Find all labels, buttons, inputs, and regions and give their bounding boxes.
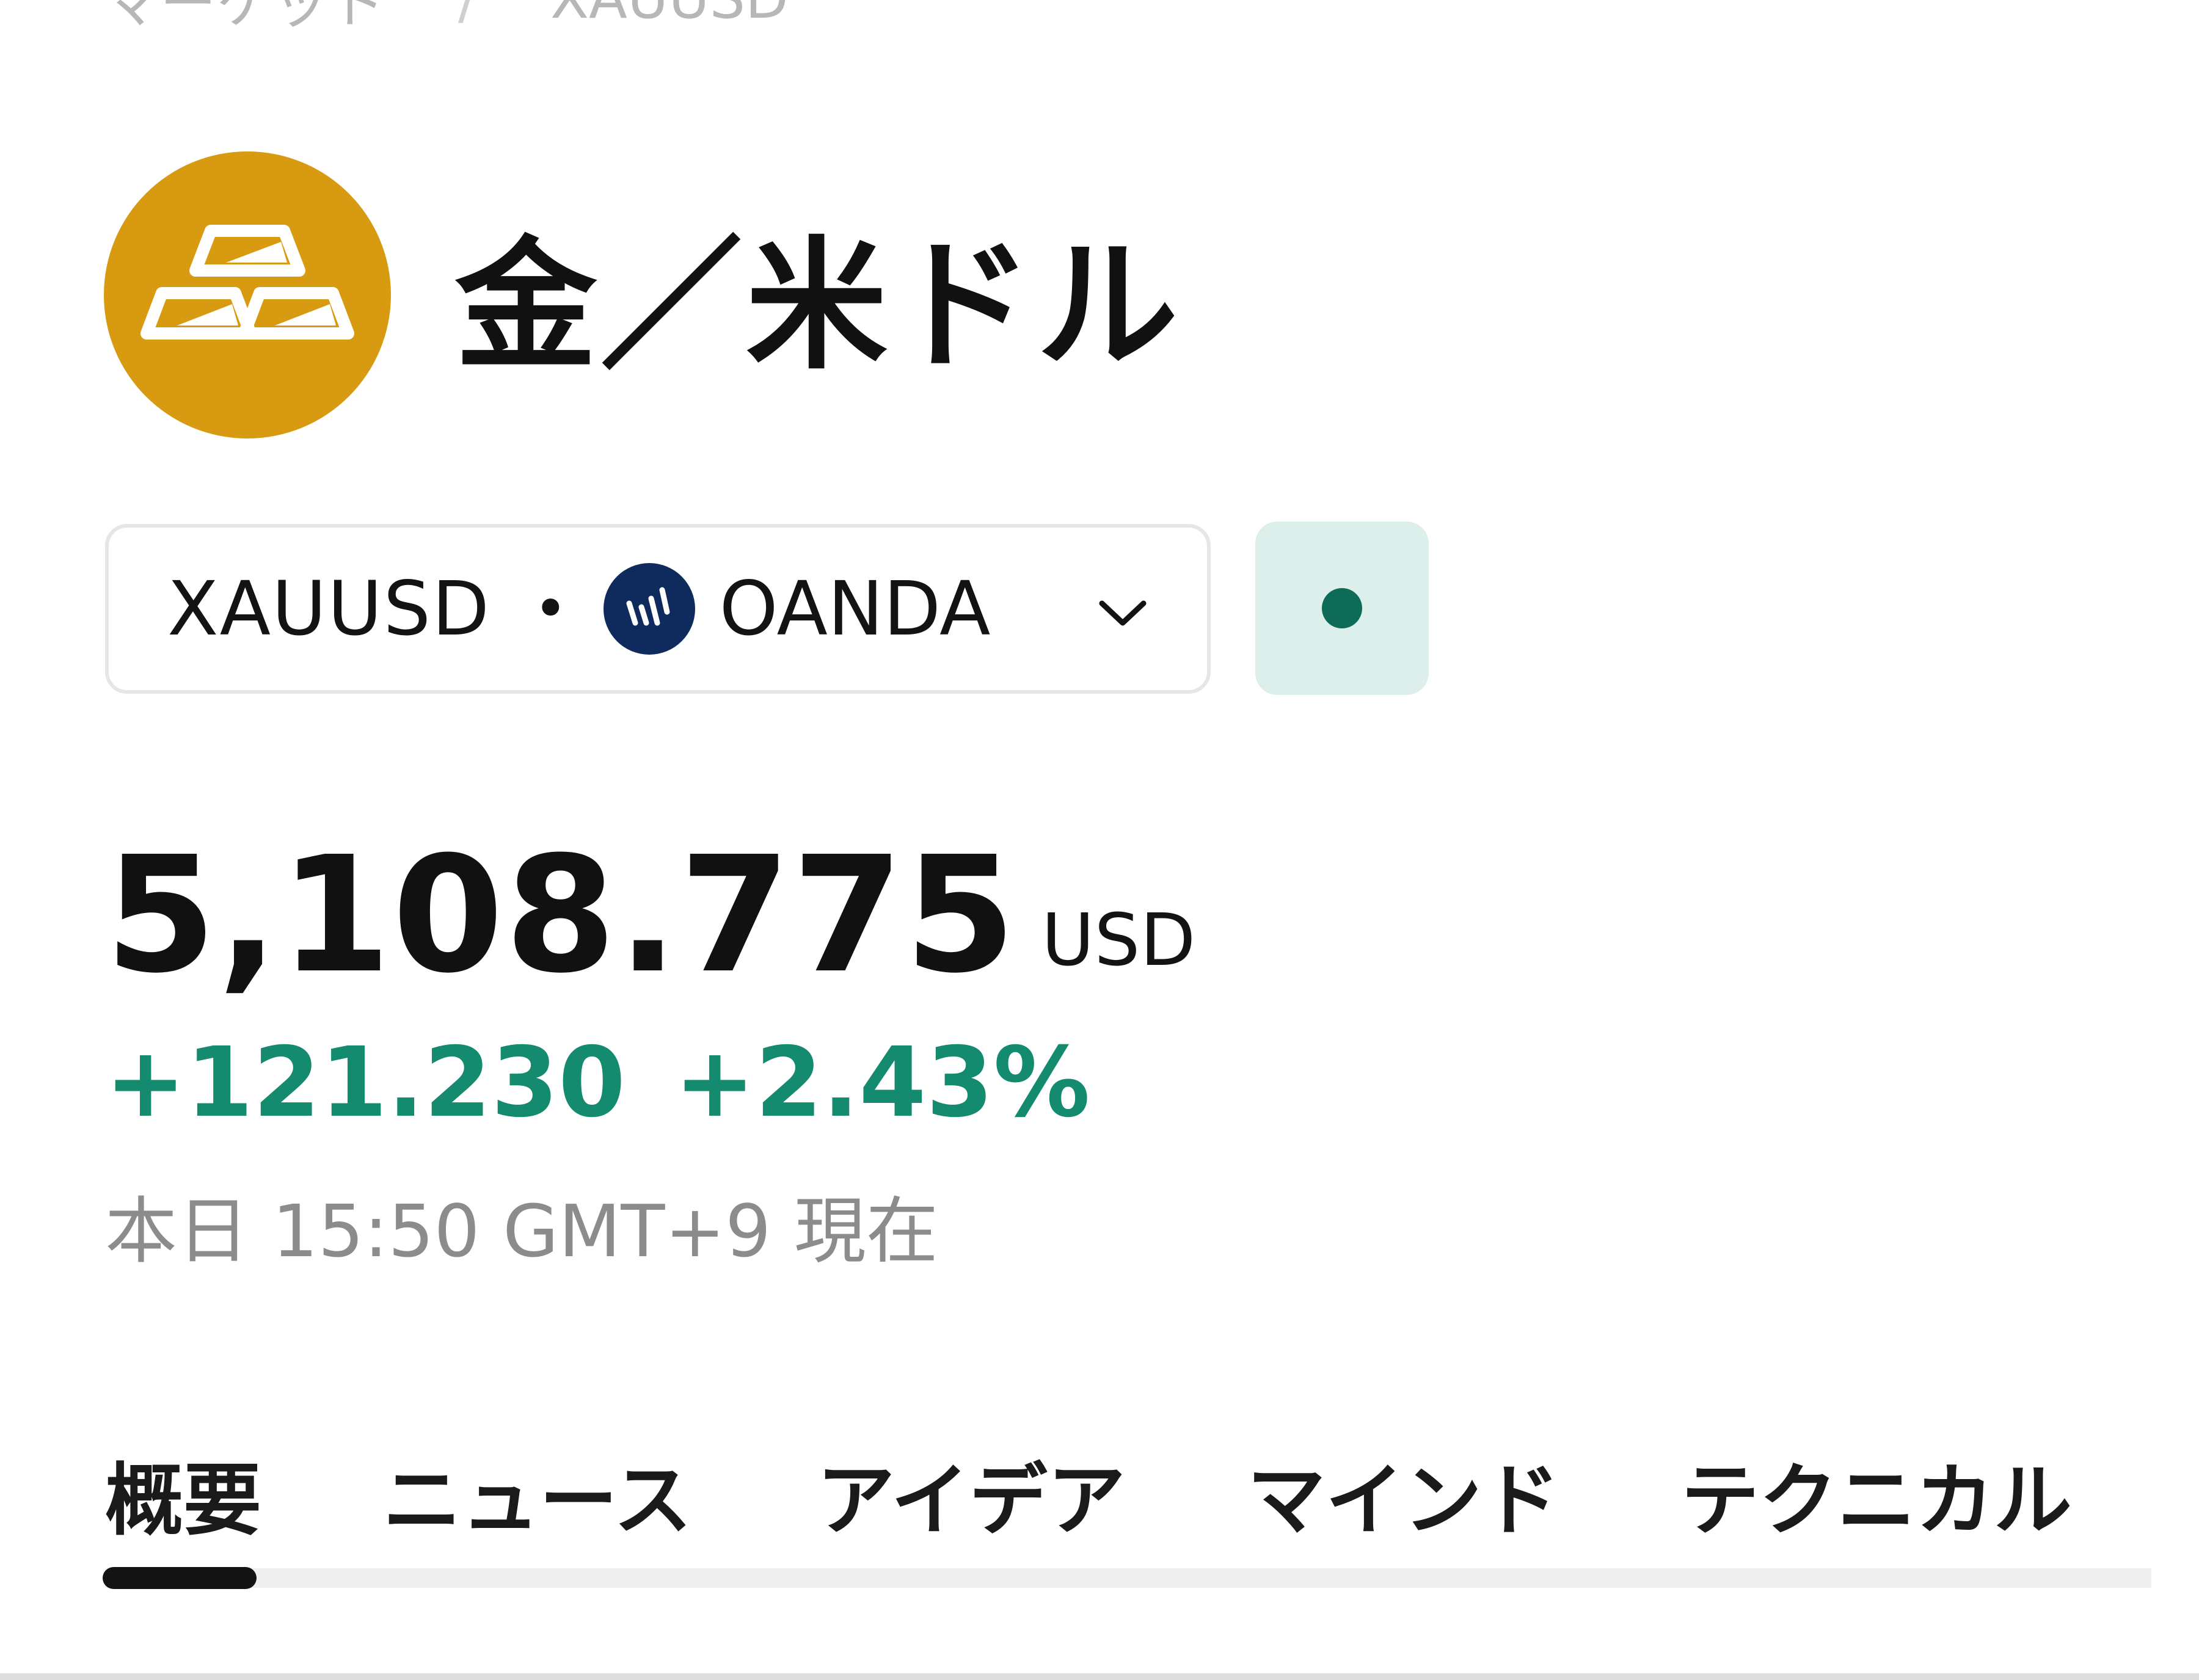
- chevron-down-icon: [1099, 600, 1147, 626]
- breadcrumb: マーケット / XAUUSD: [104, 0, 789, 38]
- price-value: 5,108.775: [105, 822, 1018, 1008]
- breadcrumb-item-markets[interactable]: マーケット: [104, 0, 385, 39]
- active-tab-indicator: [103, 1567, 257, 1589]
- tab-sentiment[interactable]: マインド: [1247, 1441, 1560, 1546]
- divider: [0, 1673, 2199, 1680]
- tab-track: [105, 1568, 2151, 1588]
- price-change-percent: +2.43%: [674, 1027, 1090, 1139]
- separator-dot: •: [533, 575, 568, 643]
- gold-bars-icon: [104, 151, 391, 438]
- tab-bar: 概要 ニュース アイデア マインド テクニカル: [105, 1441, 2157, 1546]
- price-change: +121.230: [105, 1027, 626, 1139]
- symbol-ticker: XAUUSD: [167, 565, 491, 652]
- page-title: 金／米ドル: [455, 224, 1183, 388]
- tab-ideas[interactable]: アイデア: [817, 1441, 1126, 1546]
- price-timestamp: 本日 15:50 GMT+9 現在: [105, 1188, 938, 1273]
- tab-technicals[interactable]: テクニカル: [1681, 1441, 2072, 1546]
- breadcrumb-item-symbol[interactable]: XAUUSD: [550, 0, 789, 31]
- broker-name: OANDA: [719, 565, 991, 652]
- price-change-row: +121.230 +2.43%: [105, 1027, 1090, 1139]
- tab-news[interactable]: ニュース: [383, 1441, 692, 1546]
- breadcrumb-separator: /: [458, 0, 477, 31]
- symbol-exchange-selector[interactable]: XAUUSD • OANDA: [105, 524, 1211, 694]
- oanda-logo-icon: [603, 563, 695, 655]
- status-dot-icon: [1322, 588, 1362, 628]
- tab-overview[interactable]: 概要: [105, 1441, 261, 1546]
- price-row: 5,108.775 USD: [105, 812, 1195, 995]
- market-status-button[interactable]: [1255, 522, 1429, 695]
- price-currency: USD: [1041, 898, 1196, 982]
